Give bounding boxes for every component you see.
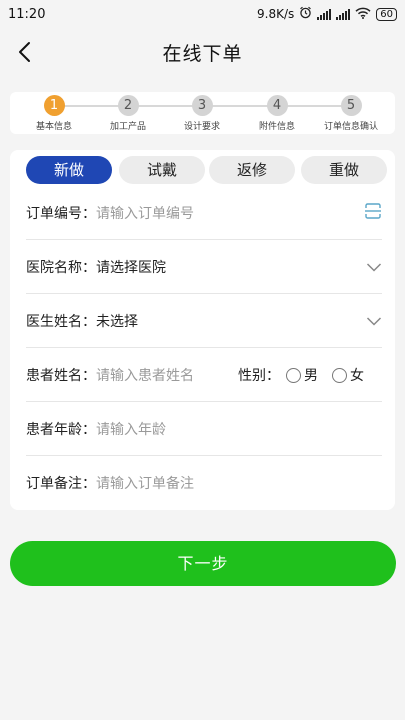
tab-try-on[interactable]: 试戴 bbox=[119, 156, 205, 184]
chevron-down-icon[interactable] bbox=[366, 312, 382, 331]
age-label: 患者年龄： bbox=[26, 422, 96, 438]
step-label: 基本信息 bbox=[35, 122, 72, 132]
alarm-icon bbox=[299, 6, 312, 22]
nav-bar: 在线下单 bbox=[0, 28, 405, 76]
step-1[interactable]: 1 基本信息 bbox=[19, 95, 89, 132]
status-bar: 11:20 9.8K/s 60 bbox=[0, 0, 405, 28]
gender-male-label: 男 bbox=[304, 368, 318, 384]
step-number: 1 bbox=[43, 95, 65, 116]
order-type-tabs: 新做 试戴 返修 重做 bbox=[26, 156, 398, 184]
patient-name-label: 患者姓名： bbox=[26, 368, 96, 384]
doctor-label: 医生姓名： bbox=[26, 314, 96, 330]
status-time: 11:20 bbox=[8, 6, 46, 22]
network-speed: 9.8K/s bbox=[257, 7, 295, 21]
step-number: 5 bbox=[340, 95, 362, 116]
status-icons: 9.8K/s 60 bbox=[257, 6, 397, 22]
step-label: 订单信息确认 bbox=[323, 122, 378, 132]
step-label: 附件信息 bbox=[258, 122, 295, 132]
battery-icon: 60 bbox=[376, 7, 397, 21]
order-number-input[interactable]: 请输入订单编号 bbox=[96, 203, 194, 223]
step-number: 3 bbox=[191, 95, 213, 116]
gender-female-label: 女 bbox=[350, 368, 364, 384]
patient-row: 患者姓名： 请输入患者姓名 性别： 男 女 bbox=[26, 348, 382, 402]
gender-female-radio[interactable]: 女 bbox=[332, 365, 364, 385]
gender-label: 性别： bbox=[238, 368, 280, 384]
step-3[interactable]: 3 设计要求 bbox=[167, 95, 237, 132]
gender-male-radio[interactable]: 男 bbox=[286, 365, 318, 385]
step-number: 4 bbox=[266, 95, 288, 116]
step-number: 2 bbox=[117, 95, 139, 116]
radio-circle bbox=[286, 367, 301, 383]
step-4[interactable]: 4 附件信息 bbox=[242, 95, 312, 132]
doctor-row[interactable]: 医生姓名： 未选择 bbox=[26, 294, 382, 348]
remark-row: 订单备注： 请输入订单备注 bbox=[26, 456, 382, 510]
radio-circle bbox=[332, 367, 347, 383]
page-title: 在线下单 bbox=[162, 42, 243, 65]
step-label: 设计要求 bbox=[183, 122, 220, 132]
patient-name-input[interactable]: 请输入患者姓名 bbox=[96, 365, 194, 385]
remark-label: 订单备注： bbox=[26, 476, 96, 492]
chevron-down-icon[interactable] bbox=[366, 258, 382, 277]
tab-repair[interactable]: 返修 bbox=[209, 156, 295, 184]
back-icon[interactable] bbox=[14, 38, 38, 66]
remark-input[interactable]: 请输入订单备注 bbox=[96, 473, 194, 493]
order-number-row: 订单编号： 请输入订单编号 bbox=[26, 186, 382, 240]
gender-group: 性别： 男 女 bbox=[238, 348, 364, 402]
scan-icon[interactable] bbox=[364, 202, 382, 224]
hospital-row[interactable]: 医院名称： 请选择医院 bbox=[26, 240, 382, 294]
tab-remake[interactable]: 重做 bbox=[301, 156, 387, 184]
order-form: 新做 试戴 返修 重做 订单编号： 请输入订单编号 医院名称： 请选择医院 医生… bbox=[10, 150, 395, 510]
step-label: 加工产品 bbox=[109, 122, 146, 132]
order-number-label: 订单编号： bbox=[26, 206, 96, 222]
wifi-icon bbox=[355, 7, 371, 22]
step-indicator: 1 基本信息 2 加工产品 3 设计要求 4 附件信息 5 订单信息确认 bbox=[10, 92, 395, 134]
hospital-label: 医院名称： bbox=[26, 260, 96, 276]
next-step-button[interactable]: 下一步 bbox=[10, 541, 396, 586]
signal-icon bbox=[317, 8, 332, 20]
age-input[interactable]: 请输入年龄 bbox=[96, 419, 166, 439]
tab-new[interactable]: 新做 bbox=[26, 156, 112, 184]
signal-icon-2 bbox=[336, 8, 351, 20]
hospital-select[interactable]: 请选择医院 bbox=[96, 257, 166, 277]
step-2[interactable]: 2 加工产品 bbox=[93, 95, 163, 132]
age-row: 患者年龄： 请输入年龄 bbox=[26, 402, 382, 456]
doctor-select[interactable]: 未选择 bbox=[96, 311, 138, 331]
step-5[interactable]: 5 订单信息确认 bbox=[316, 95, 386, 132]
